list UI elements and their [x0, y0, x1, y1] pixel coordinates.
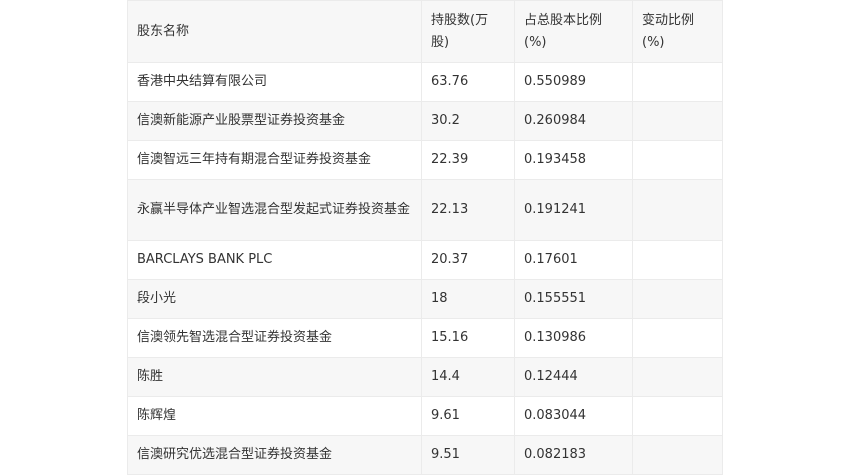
cell-name: BARCLAYS BANK PLC [127, 240, 422, 280]
table-header-row: 股东名称 持股数(万股) 占总股本比例(%) 变动比例(%) [127, 0, 723, 63]
cell-shares: 18 [421, 279, 515, 319]
cell-ratio: 0.17601 [514, 240, 633, 280]
cell-shares: 22.39 [421, 140, 515, 180]
cell-name: 段小光 [127, 279, 422, 319]
cell-name: 信澳领先智选混合型证券投资基金 [127, 318, 422, 358]
cell-shares: 22.13 [421, 179, 515, 241]
cell-ratio: 0.12444 [514, 357, 633, 397]
cell-shares: 14.4 [421, 357, 515, 397]
shareholder-table-container: 股东名称 持股数(万股) 占总股本比例(%) 变动比例(%) 香港中央结算有限公… [127, 0, 723, 475]
cell-change [632, 62, 723, 102]
cell-shares: 30.2 [421, 101, 515, 141]
cell-change [632, 396, 723, 436]
cell-change [632, 357, 723, 397]
cell-name: 陈辉煌 [127, 396, 422, 436]
cell-change [632, 435, 723, 475]
cell-change [632, 140, 723, 180]
cell-ratio: 0.130986 [514, 318, 633, 358]
cell-change [632, 240, 723, 280]
cell-shares: 15.16 [421, 318, 515, 358]
header-share-ratio: 占总股本比例(%) [514, 0, 633, 63]
table-row: 信澳智远三年持有期混合型证券投资基金 22.39 0.193458 [127, 140, 723, 180]
cell-name: 陈胜 [127, 357, 422, 397]
cell-ratio: 0.083044 [514, 396, 633, 436]
cell-name: 信澳智远三年持有期混合型证券投资基金 [127, 140, 422, 180]
header-shareholder-name: 股东名称 [127, 0, 422, 63]
cell-shares: 9.51 [421, 435, 515, 475]
table-row: 信澳新能源产业股票型证券投资基金 30.2 0.260984 [127, 101, 723, 141]
cell-ratio: 0.550989 [514, 62, 633, 102]
cell-shares: 20.37 [421, 240, 515, 280]
cell-change [632, 318, 723, 358]
table-row: 陈胜 14.4 0.12444 [127, 357, 723, 397]
cell-name: 信澳新能源产业股票型证券投资基金 [127, 101, 422, 141]
shareholder-table: 股东名称 持股数(万股) 占总股本比例(%) 变动比例(%) 香港中央结算有限公… [127, 0, 723, 475]
cell-shares: 9.61 [421, 396, 515, 436]
table-row: 信澳研究优选混合型证券投资基金 9.51 0.082183 [127, 435, 723, 475]
cell-name: 信澳研究优选混合型证券投资基金 [127, 435, 422, 475]
table-row: 永赢半导体产业智选混合型发起式证券投资基金 22.13 0.191241 [127, 179, 723, 241]
cell-name: 永赢半导体产业智选混合型发起式证券投资基金 [127, 179, 422, 241]
cell-ratio: 0.082183 [514, 435, 633, 475]
cell-change [632, 179, 723, 241]
header-shares-held: 持股数(万股) [421, 0, 515, 63]
cell-change [632, 279, 723, 319]
table-row: 段小光 18 0.155551 [127, 279, 723, 319]
table-row: 香港中央结算有限公司 63.76 0.550989 [127, 62, 723, 102]
header-change-ratio: 变动比例(%) [632, 0, 723, 63]
cell-ratio: 0.155551 [514, 279, 633, 319]
cell-ratio: 0.193458 [514, 140, 633, 180]
cell-name: 香港中央结算有限公司 [127, 62, 422, 102]
table-row: 信澳领先智选混合型证券投资基金 15.16 0.130986 [127, 318, 723, 358]
table-row: BARCLAYS BANK PLC 20.37 0.17601 [127, 240, 723, 280]
cell-ratio: 0.191241 [514, 179, 633, 241]
cell-ratio: 0.260984 [514, 101, 633, 141]
cell-change [632, 101, 723, 141]
cell-shares: 63.76 [421, 62, 515, 102]
table-row: 陈辉煌 9.61 0.083044 [127, 396, 723, 436]
